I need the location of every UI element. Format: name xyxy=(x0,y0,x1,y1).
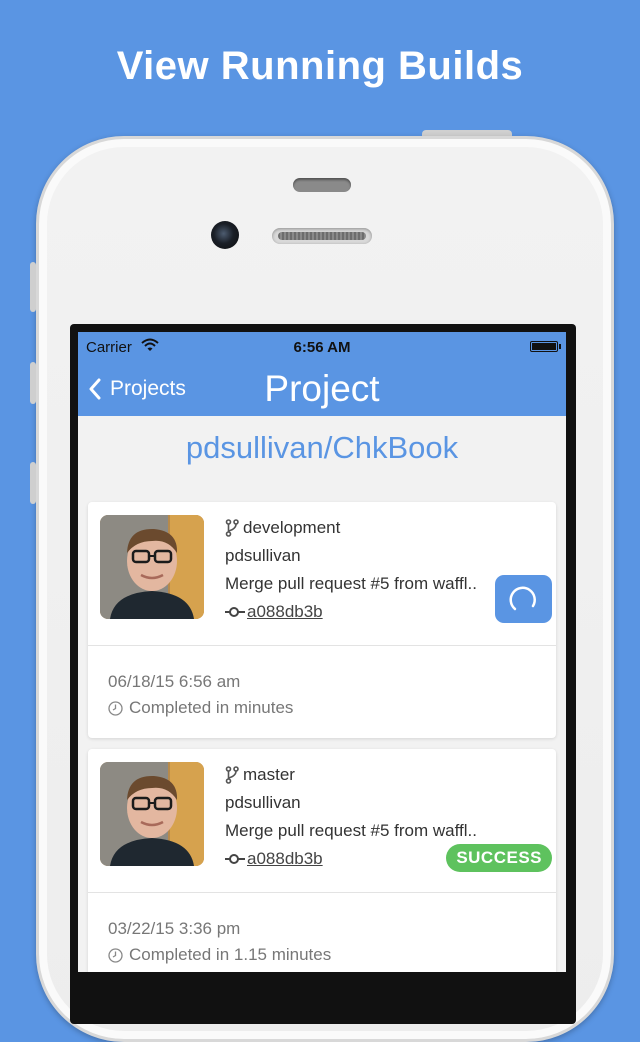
build-duration: Completed in 1.15 minutes xyxy=(129,945,332,964)
volume-up-button xyxy=(30,362,36,404)
build-summary: development pdsullivan Merge pull reques… xyxy=(88,502,556,646)
branch-name: development xyxy=(243,518,341,537)
volume-down-button xyxy=(30,462,36,504)
navigation-bar: Projects Project xyxy=(78,362,566,416)
branch-icon xyxy=(225,519,239,537)
clock-time: 6:56 AM xyxy=(293,339,351,356)
branch-name: master xyxy=(243,765,295,784)
battery-icon xyxy=(530,341,561,352)
avatar xyxy=(100,515,204,619)
branch-icon xyxy=(225,766,239,784)
commit-message: Merge pull request #5 from waffl.. xyxy=(225,574,477,593)
avatar xyxy=(100,762,204,866)
running-build-button[interactable] xyxy=(495,575,552,623)
spinner-icon xyxy=(509,586,536,611)
commit-message: Merge pull request #5 from waffl.. xyxy=(225,821,477,840)
status-badge: SUCCESS xyxy=(446,844,552,872)
status-bar: Carrier 6:56 AM xyxy=(78,332,566,362)
commit-sha-link[interactable]: a088db3b xyxy=(247,845,323,873)
chevron-left-icon xyxy=(89,378,101,400)
build-date: 06/18/15 6:56 am xyxy=(108,672,241,691)
promo-headline: View Running Builds xyxy=(116,44,524,88)
build-card[interactable]: master pdsullivan Merge pull request #5 … xyxy=(88,749,556,972)
mute-switch xyxy=(30,262,36,312)
back-label: Projects xyxy=(110,377,186,400)
build-card[interactable]: development pdsullivan Merge pull reques… xyxy=(88,502,556,738)
earpiece-speaker xyxy=(272,228,372,244)
commit-author: pdsullivan xyxy=(225,793,301,812)
build-summary: master pdsullivan Merge pull request #5 … xyxy=(88,749,556,893)
commit-author: pdsullivan xyxy=(225,546,301,565)
build-details: 06/18/15 6:56 am Completed in minutes xyxy=(88,646,556,738)
clock-icon xyxy=(108,700,123,716)
build-info: development pdsullivan Merge pull reques… xyxy=(225,514,477,626)
build-details: 03/22/15 3:36 pm Completed in 1.15 minut… xyxy=(88,893,556,972)
build-date: 03/22/15 3:36 pm xyxy=(108,919,241,938)
front-camera xyxy=(211,221,239,249)
app-screen: Carrier 6:56 AM Projects Project pdsulli… xyxy=(78,332,566,972)
back-button[interactable]: Projects xyxy=(88,374,186,404)
repo-title: pdsullivan/ChkBook xyxy=(185,430,459,465)
clock-icon xyxy=(108,947,123,963)
build-duration: Completed in minutes xyxy=(129,698,294,717)
commit-icon xyxy=(225,607,245,617)
commit-sha-link[interactable]: a088db3b xyxy=(247,598,323,626)
commit-icon xyxy=(225,854,245,864)
phone-sensor xyxy=(293,178,351,192)
build-info: master pdsullivan Merge pull request #5 … xyxy=(225,761,477,873)
